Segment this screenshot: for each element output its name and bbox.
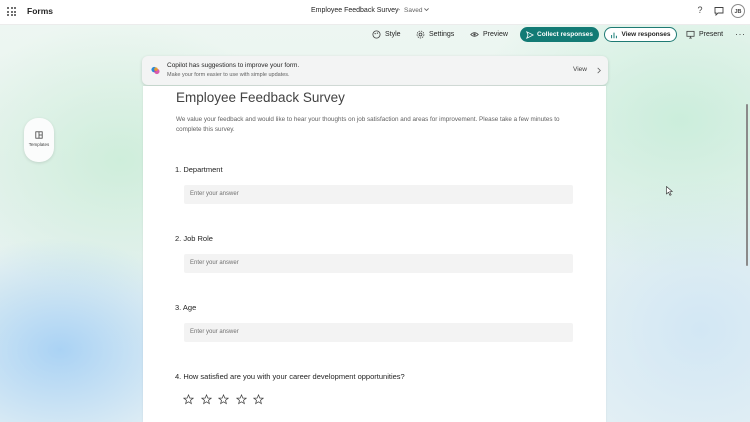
- star-icon[interactable]: [218, 394, 229, 405]
- page-scrollbar[interactable]: [746, 104, 748, 266]
- help-icon[interactable]: ?: [695, 5, 705, 17]
- star-icon[interactable]: [183, 394, 194, 405]
- style-label: Style: [385, 31, 401, 38]
- chart-icon: [611, 32, 618, 38]
- copilot-banner: Copilot has suggestions to improve your …: [142, 56, 608, 85]
- document-title[interactable]: Employee Feedback Survey: [311, 7, 399, 14]
- collect-responses-label: Collect responses: [537, 31, 593, 38]
- question-3-label[interactable]: 3. Age: [175, 303, 196, 312]
- gear-icon: [416, 30, 425, 39]
- question-1-label[interactable]: 1. Department: [175, 165, 223, 174]
- question-2-answer-field[interactable]: Enter your answer: [184, 254, 573, 273]
- view-responses-button[interactable]: View responses: [604, 27, 677, 42]
- chevron-right-icon[interactable]: [596, 67, 602, 74]
- question-3-answer-field[interactable]: Enter your answer: [184, 323, 573, 342]
- settings-label: Settings: [429, 31, 455, 38]
- question-2-label[interactable]: 2. Job Role: [175, 234, 213, 243]
- form-title[interactable]: Employee Feedback Survey: [176, 90, 345, 105]
- present-label: Present: [699, 31, 724, 38]
- templates-icon: [35, 131, 43, 139]
- copilot-view-button[interactable]: View: [573, 66, 587, 73]
- palette-icon: [372, 30, 381, 39]
- copilot-title: Copilot has suggestions to improve your …: [167, 62, 300, 69]
- collect-responses-button[interactable]: Collect responses: [520, 27, 599, 42]
- title-separator: -: [398, 7, 401, 14]
- copilot-subtitle: Make your form easier to use with simple…: [167, 72, 290, 78]
- eye-icon: [470, 32, 479, 37]
- star-icon[interactable]: [253, 394, 264, 405]
- save-status: Saved: [404, 7, 423, 14]
- avatar[interactable]: JB: [731, 4, 745, 18]
- form-card: Employee Feedback Survey We value your f…: [143, 86, 606, 422]
- view-responses-label: View responses: [621, 31, 671, 38]
- top-bar: Forms Employee Feedback Survey - Saved ?…: [0, 0, 750, 25]
- question-1-answer-field[interactable]: Enter your answer: [184, 185, 573, 204]
- templates-button[interactable]: Templates: [24, 118, 54, 162]
- mouse-cursor-icon: [666, 186, 673, 196]
- feedback-icon[interactable]: [714, 6, 724, 16]
- rating-stars: [183, 394, 264, 405]
- present-button[interactable]: Present: [686, 26, 723, 43]
- chevron-down-icon[interactable]: [423, 6, 430, 13]
- app-launcher-icon[interactable]: [7, 7, 16, 16]
- preview-button[interactable]: Preview: [470, 26, 508, 43]
- form-description[interactable]: We value your feedback and would like to…: [176, 115, 576, 134]
- templates-label: Templates: [28, 142, 50, 147]
- send-icon: [526, 30, 534, 39]
- question-4-label[interactable]: 4. How satisfied are you with your caree…: [175, 372, 405, 381]
- style-button[interactable]: Style: [372, 26, 401, 43]
- preview-label: Preview: [483, 31, 508, 38]
- copilot-icon: [151, 66, 160, 75]
- settings-button[interactable]: Settings: [416, 26, 454, 43]
- present-icon: [686, 30, 695, 39]
- star-icon[interactable]: [200, 394, 212, 405]
- more-options-icon[interactable]: ···: [735, 29, 746, 39]
- app-name[interactable]: Forms: [27, 6, 53, 16]
- star-icon[interactable]: [235, 394, 247, 405]
